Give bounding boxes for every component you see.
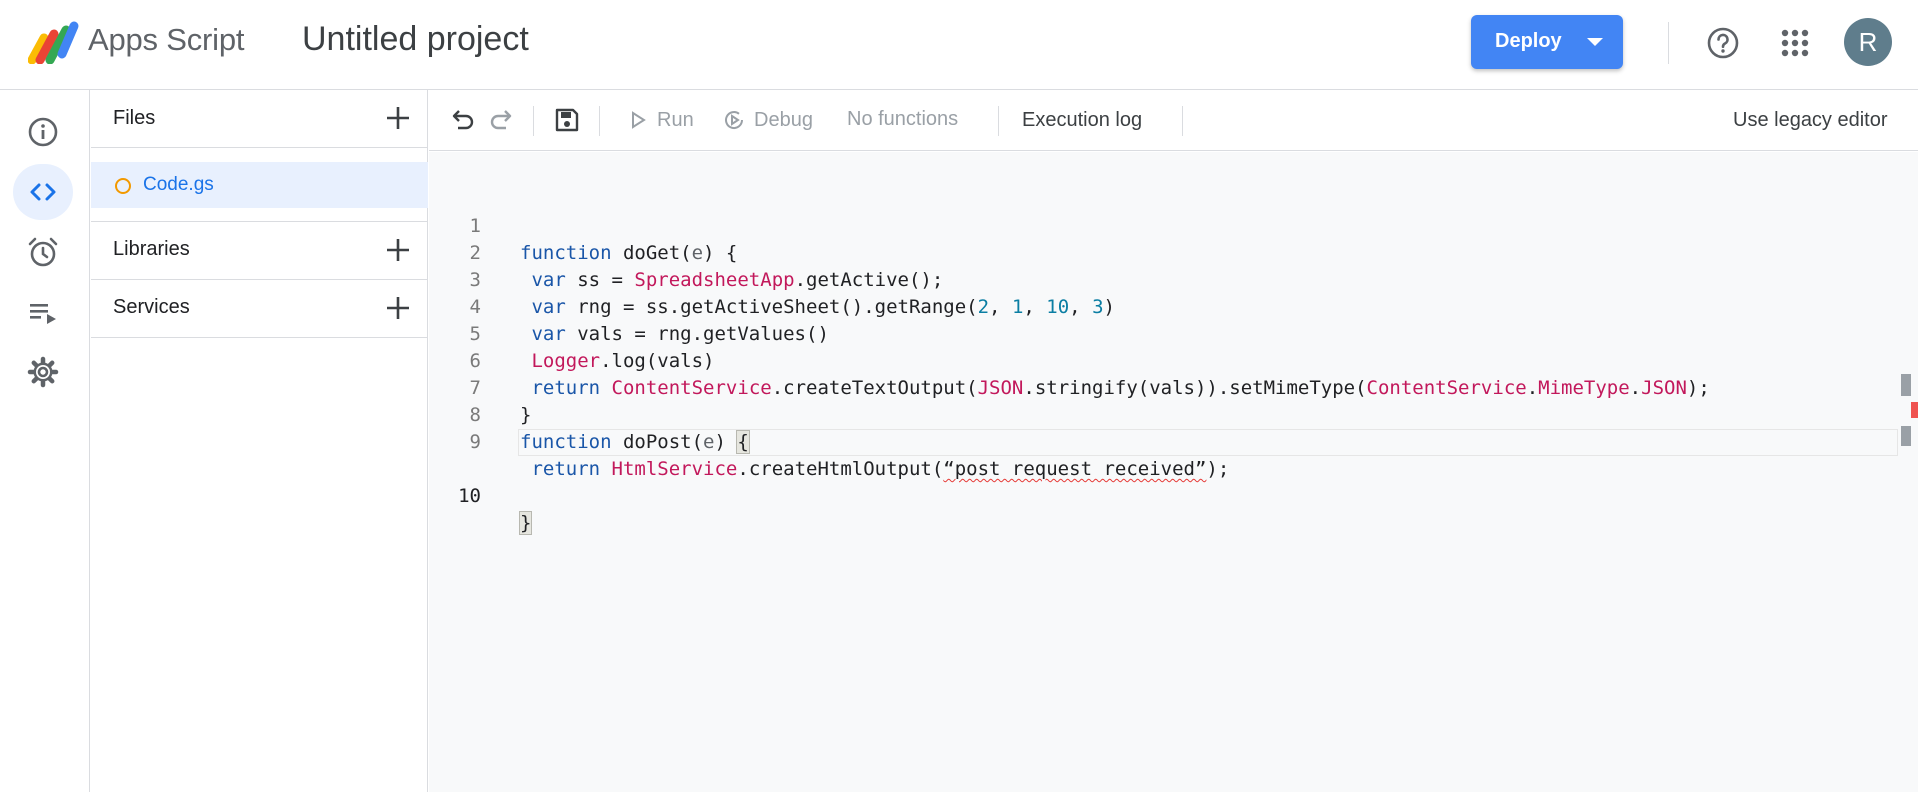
toolbar-separator <box>533 106 534 136</box>
libraries-title: Libraries <box>113 238 190 260</box>
code-line: 7 } <box>429 348 532 426</box>
code-text: function doGet(e) { <box>520 242 738 264</box>
nav-triggers[interactable] <box>13 224 73 280</box>
code-line: 4 var vals = rng.getValues() <box>429 267 829 345</box>
file-item-code-gs[interactable]: Code.gs <box>91 162 428 208</box>
function-select[interactable]: No functions <box>847 108 958 131</box>
files-title: Files <box>113 107 156 129</box>
help-icon[interactable] <box>1706 26 1740 60</box>
libraries-section-header[interactable]: Libraries <box>91 221 428 280</box>
code-editor[interactable]: 1 function doGet(e) { 2 var ss = Spreads… <box>429 152 1918 792</box>
editor-toolbar: Run Debug No functions Execution log Use… <box>429 90 1918 151</box>
undo-icon[interactable] <box>449 106 477 134</box>
code-text: var rng = ss.getActiveSheet().getRange(2… <box>531 296 1115 318</box>
alarm-clock-icon <box>28 237 58 267</box>
code-text: } <box>518 511 533 535</box>
deploy-button[interactable]: Deploy <box>1471 15 1623 69</box>
redo-icon[interactable] <box>487 106 515 134</box>
line-number: 10 <box>458 485 481 507</box>
debug-icon <box>725 111 744 129</box>
code-text: var ss = SpreadsheetApp.getActive(); <box>531 269 944 291</box>
deploy-label: Deploy <box>1495 30 1562 52</box>
services-title: Services <box>113 296 190 318</box>
toolbar-separator <box>1182 106 1183 136</box>
nav-overview[interactable] <box>13 104 73 160</box>
executions-icon <box>30 304 56 324</box>
save-icon[interactable] <box>553 106 581 134</box>
add-service-icon[interactable] <box>384 294 412 322</box>
error-marker[interactable] <box>1911 402 1918 418</box>
code-icon <box>30 183 56 201</box>
code-text: return HtmlService.createHtmlOutput(“pos… <box>531 458 1230 480</box>
scroll-marker[interactable] <box>1901 426 1911 446</box>
add-file-icon[interactable] <box>384 104 412 132</box>
nav-editor[interactable] <box>13 164 73 220</box>
toolbar-separator <box>998 106 999 136</box>
brand-name: Apps Script <box>88 22 245 57</box>
google-apps-icon[interactable] <box>1780 28 1810 58</box>
nav-settings[interactable] <box>13 344 73 400</box>
debug-button[interactable]: Debug <box>754 109 813 132</box>
use-legacy-editor-button[interactable]: Use legacy editor <box>1733 109 1888 132</box>
add-library-icon[interactable] <box>384 236 412 264</box>
apps-script-logo[interactable] <box>28 20 80 64</box>
file-name: Code.gs <box>143 174 214 195</box>
run-button[interactable]: Run <box>657 109 694 132</box>
files-panel: Files Code.gs Libraries Services <box>91 90 428 792</box>
execution-log-button[interactable]: Execution log <box>1022 109 1142 132</box>
play-icon <box>632 111 646 129</box>
unsaved-dot-icon <box>115 178 131 194</box>
code-text: Logger.log(vals) <box>531 350 715 372</box>
code-line: 2 var ss = SpreadsheetApp.getActive(); <box>429 213 944 291</box>
code-line: 1 function doGet(e) { <box>429 186 738 264</box>
info-icon <box>28 117 58 147</box>
code-text: return ContentService.createTextOutput(J… <box>531 377 1710 399</box>
project-title[interactable]: Untitled project <box>302 20 529 59</box>
gear-icon <box>27 356 59 388</box>
code-line: 8 function doPost(e) { <box>429 375 750 454</box>
code-area[interactable]: 1 function doGet(e) { 2 var ss = Spreads… <box>429 186 1898 535</box>
files-section-header: Files <box>91 90 428 148</box>
caret-down-icon[interactable] <box>1587 38 1603 46</box>
code-line: 3 var rng = ss.getActiveSheet().getRange… <box>429 240 1115 318</box>
nav-executions[interactable] <box>13 284 73 340</box>
header-divider <box>1668 22 1669 64</box>
code-text: var vals = rng.getValues() <box>531 323 829 345</box>
avatar[interactable]: R <box>1844 18 1892 66</box>
scroll-marker[interactable] <box>1901 374 1911 396</box>
code-line: 9 return HtmlService.createHtmlOutput(“p… <box>429 402 1230 480</box>
code-text: } <box>520 404 532 426</box>
code-line: 5 Logger.log(vals) <box>429 294 715 372</box>
left-nav <box>0 90 90 792</box>
app-header: Apps Script Untitled project Deploy R <box>0 0 1918 90</box>
toolbar-separator <box>599 106 600 136</box>
code-line: 6 return ContentService.createTextOutput… <box>429 321 1710 399</box>
code-line-current: 10 } <box>429 429 1898 535</box>
current-line-highlight <box>518 429 1898 456</box>
services-section-header[interactable]: Services <box>91 280 428 338</box>
